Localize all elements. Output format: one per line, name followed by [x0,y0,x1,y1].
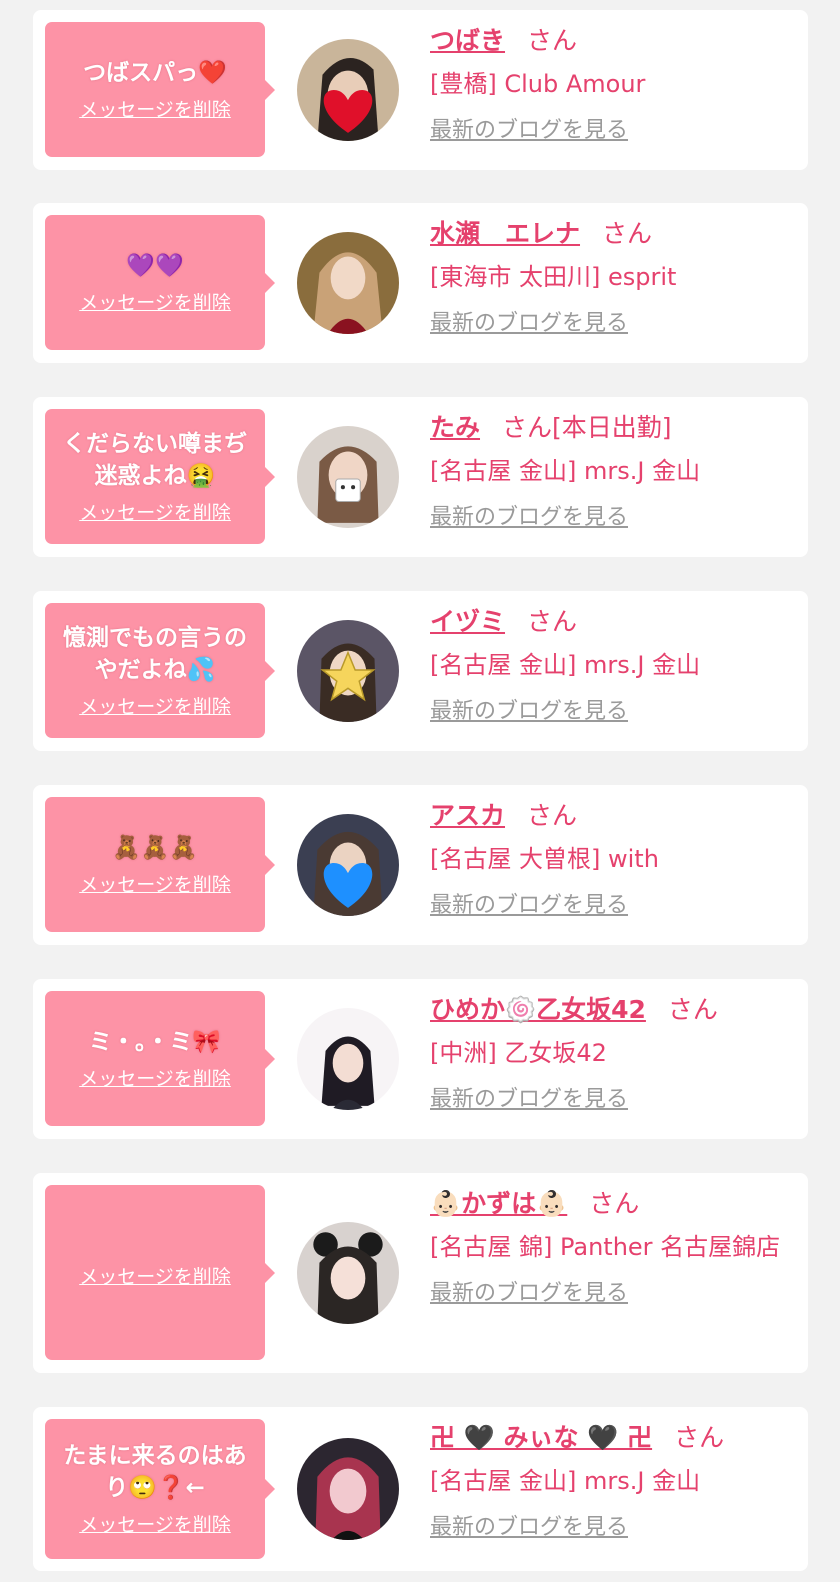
latest-blog-link[interactable]: 最新のブログを見る [430,309,628,339]
sender-name-line: アスカ さん [430,799,800,833]
shop-label: [豊橋] Club Amour [430,70,646,98]
sender-name-link[interactable]: ひめか🍥乙女坂42 [430,995,646,1024]
honorific: さん [589,1189,640,1218]
shop-label: [名古屋 錦] Panther 名古屋錦店 [430,1233,781,1261]
latest-blog-link[interactable]: 最新のブログを見る [430,503,628,533]
message-bubble: メッセージを削除 [45,1185,275,1360]
avatar[interactable] [297,426,399,528]
latest-blog-link[interactable]: 最新のブログを見る [430,1513,628,1543]
honorific: さん [527,26,578,55]
message-bubble: たまに来るのはあり🙄❓← メッセージを削除 [45,1419,275,1559]
avatar[interactable] [297,1008,399,1110]
sender-name-link[interactable]: 卍 🖤 みぃな 🖤 卍 [430,1423,652,1452]
avatar[interactable] [297,232,399,334]
message-bubble: つばスパっ❤️ メッセージを削除 [45,22,275,157]
shop-label: [名古屋 大曽根] with [430,845,659,873]
delete-message-link[interactable]: メッセージを削除 [79,97,231,123]
latest-blog-link[interactable]: 最新のブログを見る [430,891,628,921]
sender-info: イヅミ さん [名古屋 金山] mrs.J 金山 最新のブログを見る [430,605,800,727]
honorific: さん [667,995,718,1024]
shop-label: [名古屋 金山] mrs.J 金山 [430,457,701,485]
sender-name-link[interactable]: 👶🏻かずは👶🏻 [430,1189,567,1218]
honorific: さん [527,801,578,830]
message-text: 憶測でもの言うのやだよね💦 [63,624,247,683]
avatar[interactable] [297,1222,399,1324]
message-bubble: 憶測でもの言うのやだよね💦 メッセージを削除 [45,603,275,738]
delete-message-link[interactable]: メッセージを削除 [79,1264,231,1290]
delete-message-link[interactable]: メッセージを削除 [79,290,231,316]
latest-blog-link[interactable]: 最新のブログを見る [430,1085,628,1115]
message-card: メッセージを削除 👶🏻かずは👶🏻 さん [名古屋 錦] Panther 名古屋錦店… [33,1173,808,1373]
sender-name-line: 👶🏻かずは👶🏻 さん [430,1187,800,1221]
delete-message-link[interactable]: メッセージを削除 [79,500,231,526]
message-bubble: 💜💜 メッセージを削除 [45,215,275,350]
shop-label: [中洲] 乙女坂42 [430,1039,607,1067]
sender-name-line: 卍 🖤 みぃな 🖤 卍さん [430,1421,800,1455]
message-card: ミ・。・ミ🎀 メッセージを削除 ひめか🍥乙女坂42 さん [中洲] 乙女坂42 最… [33,979,808,1139]
honorific: さん [674,1423,725,1452]
sender-info: 水瀬 エレナ さん [東海市 太田川] esprit 最新のブログを見る [430,217,800,339]
message-bubble: ミ・。・ミ🎀 メッセージを削除 [45,991,275,1126]
message-card: くだらない噂まぢ迷惑よね🤮 メッセージを削除 たみ さん[本日出勤] [名古屋 金… [33,397,808,557]
message-text: たまに来るのはあり🙄❓← [63,1443,247,1501]
sender-name-link[interactable]: つばき [430,26,505,55]
message-list: つばスパっ❤️ メッセージを削除 つばき さん [豊橋] Club Amour 最… [0,0,840,1582]
message-text: 💜💜 [126,252,184,279]
message-text: くだらない噂まぢ迷惑よね🤮 [63,430,247,489]
delete-message-link[interactable]: メッセージを削除 [79,1066,231,1092]
heart-sticker-icon [297,39,399,141]
sender-name-link[interactable]: イヅミ [430,607,505,636]
delete-message-link[interactable]: メッセージを削除 [79,694,231,720]
message-bubble: 🧸🧸🧸 メッセージを削除 [45,797,275,932]
sender-info: たみ さん[本日出勤] [名古屋 金山] mrs.J 金山 最新のブログを見る [430,411,800,533]
honorific: さん [502,413,553,442]
sender-info: 👶🏻かずは👶🏻 さん [名古屋 錦] Panther 名古屋錦店 最新のブログを見… [430,1187,800,1309]
message-card: 🧸🧸🧸 メッセージを削除 アスカ さん [名古屋 大曽根] with 最新のブログ… [33,785,808,945]
sender-name-line: 水瀬 エレナ さん [430,217,800,251]
sender-info: ひめか🍥乙女坂42 さん [中洲] 乙女坂42 最新のブログを見る [430,993,800,1115]
latest-blog-link[interactable]: 最新のブログを見る [430,116,628,146]
sender-name-link[interactable]: たみ [430,413,480,442]
message-card: つばスパっ❤️ メッセージを削除 つばき さん [豊橋] Club Amour 最… [33,10,808,170]
message-card: たまに来るのはあり🙄❓← メッセージを削除 卍 🖤 みぃな 🖤 卍さん [名古屋… [33,1407,808,1571]
honorific: さん [527,607,578,636]
shop-label: [名古屋 金山] mrs.J 金山 [430,651,701,679]
message-bubble: くだらない噂まぢ迷惑よね🤮 メッセージを削除 [45,409,275,544]
avatar[interactable] [297,1438,399,1540]
honorific: さん [602,219,653,248]
sender-name-link[interactable]: アスカ [430,801,505,830]
message-card: 憶測でもの言うのやだよね💦 メッセージを削除 イヅミ さん [名古屋 金山] mr… [33,591,808,751]
sender-name-line: イヅミ さん [430,605,800,639]
sender-info: アスカ さん [名古屋 大曽根] with 最新のブログを見る [430,799,800,921]
sender-name-line: たみ さん[本日出勤] [430,411,800,445]
latest-blog-link[interactable]: 最新のブログを見る [430,697,628,727]
portrait-icon [297,1222,399,1324]
sender-info: つばき さん [豊橋] Club Amour 最新のブログを見る [430,24,800,146]
box-sticker-icon [297,426,399,528]
portrait-icon [297,232,399,334]
latest-blog-link[interactable]: 最新のブログを見る [430,1279,628,1309]
portrait-icon [297,1438,399,1540]
sender-name-link[interactable]: 水瀬 エレナ [430,219,580,248]
blue-heart-sticker-icon [297,814,399,916]
message-text: つばスパっ❤️ [83,59,227,86]
star-sticker-icon [297,620,399,722]
sender-info: 卍 🖤 みぃな 🖤 卍さん [名古屋 金山] mrs.J 金山 最新のブログを見… [430,1421,800,1543]
delete-message-link[interactable]: メッセージを削除 [79,1512,231,1538]
shop-label: [名古屋 金山] mrs.J 金山 [430,1467,701,1495]
message-card: 💜💜 メッセージを削除 水瀬 エレナ さん [東海市 太田川] esprit 最新… [33,203,808,363]
shop-label: [東海市 太田川] esprit [430,263,677,291]
avatar[interactable] [297,814,399,916]
status-label: [本日出勤] [552,413,672,442]
message-text: ミ・。・ミ🎀 [88,1028,222,1055]
avatar[interactable] [297,620,399,722]
portrait-icon [297,1008,399,1110]
delete-message-link[interactable]: メッセージを削除 [79,872,231,898]
sender-name-line: つばき さん [430,24,800,58]
sender-name-line: ひめか🍥乙女坂42 さん [430,993,800,1027]
avatar[interactable] [297,39,399,141]
message-text: 🧸🧸🧸 [112,834,198,861]
